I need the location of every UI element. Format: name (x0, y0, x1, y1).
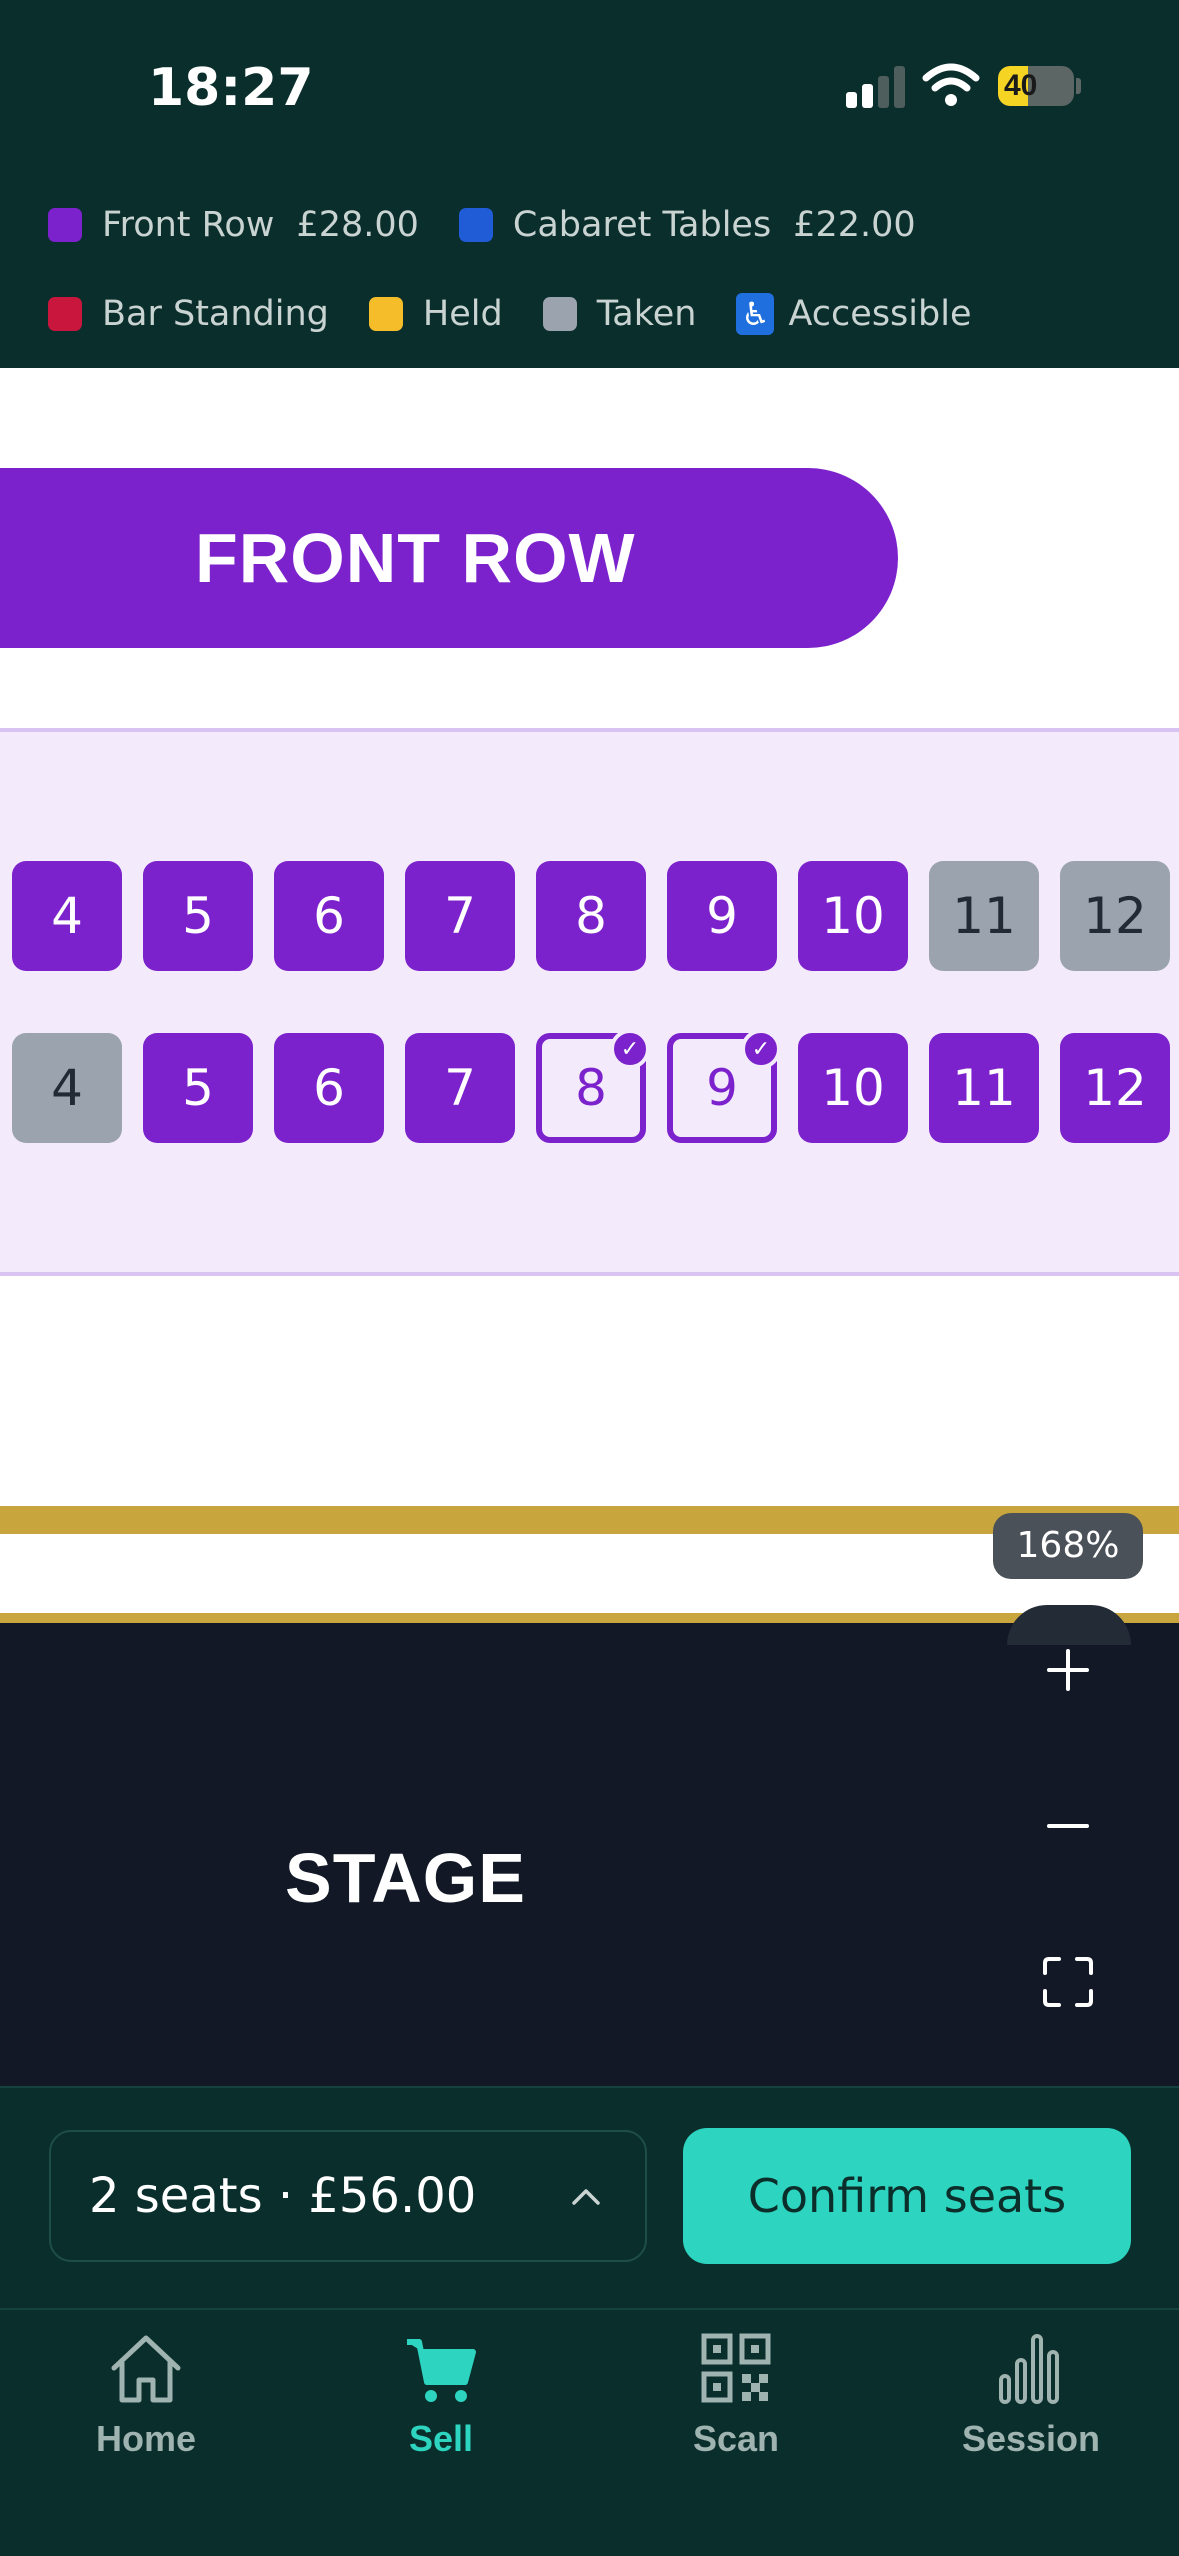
seat-number: 4 (51, 887, 83, 945)
seat-number: 12 (1083, 1059, 1147, 1117)
tab-session[interactable]: Session (911, 2330, 1151, 2480)
seat-available[interactable]: 6 (274, 861, 384, 971)
seat-available[interactable]: 7 (405, 1033, 515, 1143)
section-area (0, 728, 1179, 1276)
tab-label: Home (95, 2418, 197, 2459)
seat-available[interactable]: 7 (405, 861, 515, 971)
tab-label: Sell (408, 2418, 474, 2459)
legend-label: Accessible (788, 294, 972, 334)
seat-taken: 11 (929, 861, 1039, 971)
legend-price: £28.00 (296, 205, 419, 245)
seat-available[interactable]: 9 (667, 861, 777, 971)
tab-bar: Home Sell Scan Session (0, 2308, 1179, 2556)
stage-edge-line (0, 1613, 1179, 1623)
zoom-in-button[interactable] (1010, 1612, 1126, 1728)
legend-row-2: Bar Standing Held Taken ♿ Accessible (48, 293, 1011, 335)
legend-label: Held (422, 294, 503, 334)
seat-available[interactable]: 4 (12, 861, 122, 971)
checkmark-icon: ✓ (741, 1029, 781, 1069)
battery-icon: 40 (998, 66, 1074, 106)
cart-icon (407, 2339, 476, 2402)
seat-available[interactable]: 11 (929, 1033, 1039, 1143)
wifi-icon (922, 63, 980, 106)
seat-available[interactable]: 5 (143, 1033, 253, 1143)
battery-level: 40 (1004, 69, 1038, 102)
legend-item-accessible: ♿ Accessible (736, 293, 971, 335)
section-banner-front-row: FRONT ROW (0, 468, 898, 648)
seat-number: 10 (821, 1059, 885, 1117)
seat-number: 4 (51, 1059, 83, 1117)
bar-chart-icon (999, 2334, 1059, 2404)
seat-number: 12 (1083, 887, 1147, 945)
seat-available[interactable]: 10 (798, 861, 908, 971)
seat-selected[interactable]: 9 ✓ (667, 1029, 781, 1143)
seat-taken: 12 (1060, 861, 1170, 971)
seat-number: 8 (575, 887, 607, 945)
legend-price: £22.00 (793, 205, 916, 245)
wheelchair-icon: ♿ (736, 293, 775, 335)
seat-number: 9 (706, 1059, 738, 1117)
seat-number: 7 (444, 887, 476, 945)
zoom-level-badge: 168% (993, 1513, 1143, 1579)
seat-map[interactable]: FRONT ROW 4 5 6 7 8 9 10 11 12 4 5 6 7 8 ✓ 9 ✓ 10 11 12 STA… (0, 368, 1179, 2086)
zoom-out-button[interactable] (1010, 1768, 1126, 1884)
qr-code-icon (701, 2333, 771, 2403)
seat-number: 5 (182, 1059, 214, 1117)
legend-row-1: Front Row £28.00 Cabaret Tables £22.00 (48, 205, 956, 245)
header: 18:27 40 Front Row £28.00 Cabaret Tables… (0, 0, 1179, 368)
stage-label: STAGE (285, 1839, 526, 1917)
seat-number: 6 (313, 1059, 345, 1117)
seat-number: 11 (952, 1059, 1016, 1117)
legend-label: Front Row (102, 205, 275, 245)
seat-number: 6 (313, 887, 345, 945)
seat-number: 5 (182, 887, 214, 945)
seat-available[interactable]: 5 (143, 861, 253, 971)
legend-item-cabaret-tables: Cabaret Tables £22.00 (458, 205, 916, 245)
swatch-front-row (48, 208, 82, 242)
legend-item-taken: Taken (542, 294, 697, 334)
tab-scan[interactable]: Scan (616, 2330, 856, 2480)
chevron-up-icon (572, 2189, 600, 2205)
fullscreen-icon (1043, 1957, 1093, 2007)
swatch-bar-standing (48, 297, 82, 331)
cellular-signal-icon (846, 66, 906, 108)
seat-number: 11 (952, 887, 1016, 945)
selection-summary[interactable]: 2 seats · £56.00 (49, 2130, 647, 2262)
seat-selected[interactable]: 8 ✓ (536, 1029, 650, 1143)
minus-icon (1047, 1824, 1089, 1828)
legend-item-bar-standing: Bar Standing (48, 294, 329, 334)
home-icon (111, 2335, 181, 2403)
legend-item-held: Held (368, 294, 503, 334)
legend-label: Bar Standing (102, 294, 329, 334)
seat-available[interactable]: 10 (798, 1033, 908, 1143)
seat-number: 7 (444, 1059, 476, 1117)
status-time: 18:27 (148, 58, 314, 118)
plus-icon (1047, 1649, 1089, 1691)
swatch-held (368, 297, 403, 331)
confirm-seats-button[interactable]: Confirm seats (683, 2128, 1131, 2264)
legend-label: Cabaret Tables (512, 205, 772, 245)
battery-nub (1076, 78, 1081, 94)
legend-item-front-row: Front Row £28.00 (48, 205, 419, 245)
seat-number: 8 (575, 1059, 607, 1117)
tab-sell[interactable]: Sell (321, 2330, 561, 2480)
seat-available[interactable]: 8 (536, 861, 646, 971)
tab-label: Scan (692, 2418, 780, 2459)
seat-number: 9 (706, 887, 738, 945)
tab-home[interactable]: Home (26, 2330, 266, 2480)
selection-summary-text: 2 seats · £56.00 (89, 2168, 477, 2224)
stage: STAGE (0, 1623, 1179, 2086)
seat-number: 10 (821, 887, 885, 945)
seat-taken: 4 (12, 1033, 122, 1143)
checkmark-icon: ✓ (610, 1029, 650, 1069)
swatch-cabaret-tables (458, 208, 493, 242)
seat-available[interactable]: 6 (274, 1033, 384, 1143)
selection-bar: 2 seats · £56.00 Confirm seats (0, 2086, 1179, 2308)
section-title: FRONT ROW (195, 519, 636, 597)
legend-label: Taken (596, 294, 697, 334)
seat-available[interactable]: 12 (1060, 1033, 1170, 1143)
swatch-taken (542, 297, 577, 331)
tab-label: Session (961, 2418, 1101, 2459)
fit-to-screen-button[interactable] (1010, 1924, 1126, 2040)
